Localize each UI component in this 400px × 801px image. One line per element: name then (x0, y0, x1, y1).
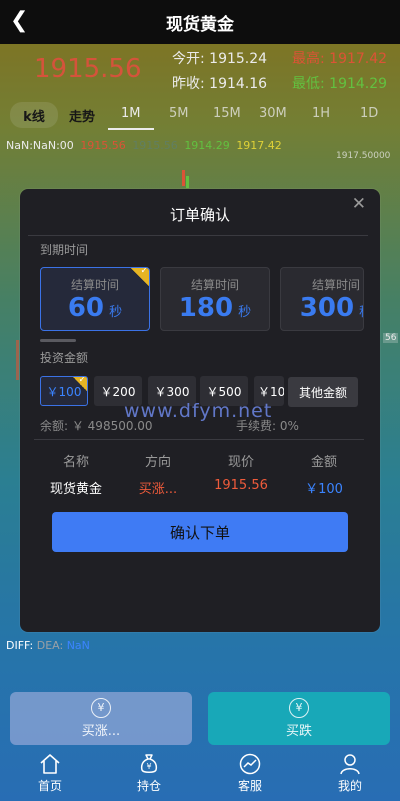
amount-label: 投资金额 (40, 351, 89, 365)
other-amount-button[interactable]: 其他金额 (288, 377, 358, 407)
chart-circle-icon (239, 753, 261, 775)
order-price: 1915.56 (214, 478, 268, 493)
nav-service-label: 客服 (237, 779, 262, 793)
col-amount: 金额 (310, 455, 337, 470)
page-title: 现货黄金 (166, 14, 234, 35)
top-bar: ❮ 现货黄金 (0, 0, 400, 44)
home-icon (40, 754, 60, 774)
selected-check-icon (73, 377, 87, 391)
duration-value: 300 秒 (299, 293, 363, 323)
amount-option-100[interactable]: ￥100 (40, 376, 88, 406)
divider (28, 235, 368, 236)
buy-down-label: 买跌 (285, 724, 312, 739)
nav-home-label: 首页 (37, 779, 62, 793)
duration-value: 60 秒 (67, 293, 123, 323)
nav-mine-label: 我的 (337, 779, 362, 793)
nav-mine[interactable]: 我的 (320, 750, 380, 801)
modal-title: 订单确认 (169, 206, 230, 224)
confirm-order-button[interactable]: 确认下单 (52, 512, 348, 552)
order-direction: 买涨... (138, 482, 178, 497)
bottom-nav: 首页 ¥ 持仓 客服 我的 (0, 750, 400, 801)
dea-label: DEA: (36, 639, 64, 652)
yuan-coin-icon: ¥ (289, 698, 309, 718)
col-direction: 方向 (144, 455, 171, 470)
duration-card-60[interactable]: 结算时间 60 秒 (40, 267, 150, 331)
chevron-left-icon[interactable]: ❮ (10, 8, 28, 34)
duration-value: 180 秒 (178, 293, 252, 323)
buy-down-button[interactable]: ¥ 买跌 (208, 692, 390, 745)
dea-value: NaN (66, 639, 90, 652)
money-bag-icon: ¥ (140, 754, 158, 773)
user-icon (340, 754, 360, 775)
divider (34, 439, 364, 440)
macd-readout: DIFF: DEA: NaN (6, 639, 90, 652)
nav-positions-label: 持仓 (136, 779, 161, 793)
buy-up-label: 买涨... (81, 724, 121, 739)
order-name: 现货黄金 (49, 482, 102, 497)
nav-home[interactable]: 首页 (20, 750, 80, 801)
col-name: 名称 (62, 455, 89, 470)
settle-label: 结算时间 (190, 278, 239, 292)
svg-text:¥: ¥ (146, 762, 151, 771)
buy-up-button[interactable]: ¥ 买涨... (10, 692, 192, 745)
close-icon[interactable]: ✕ (352, 194, 366, 214)
expiry-label: 到期时间 (40, 243, 89, 257)
duration-card-300[interactable]: 结算时间 300 秒 (280, 267, 364, 331)
diff-label: DIFF: (6, 639, 34, 652)
order-amount: ￥100 (305, 482, 343, 497)
yuan-coin-icon: ¥ (91, 698, 111, 718)
duration-card-180[interactable]: 结算时间 180 秒 (160, 267, 270, 331)
nav-service[interactable]: 客服 (220, 750, 280, 801)
col-price: 现价 (227, 455, 254, 470)
settle-label: 结算时间 (311, 278, 360, 292)
nav-positions[interactable]: ¥ 持仓 (119, 750, 179, 801)
selected-check-icon (131, 268, 149, 286)
scroll-indicator (40, 339, 76, 342)
watermark-text: www.dfym.net (124, 400, 273, 422)
